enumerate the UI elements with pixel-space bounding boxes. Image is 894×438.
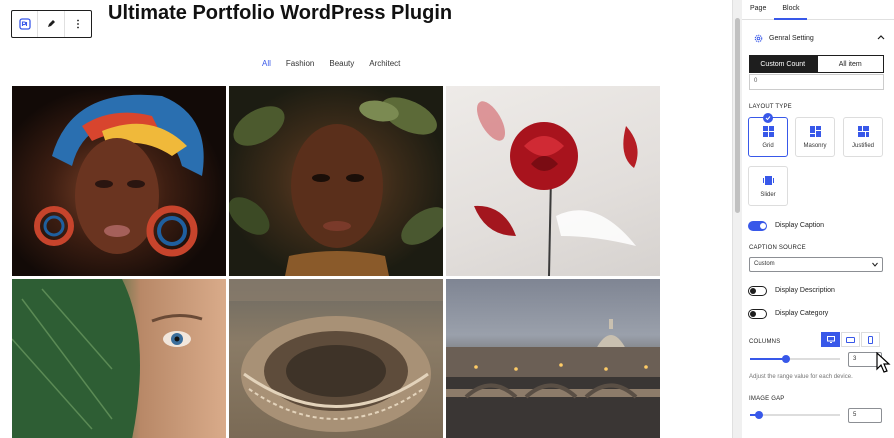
gallery-image-colosseum[interactable] — [229, 279, 443, 438]
portfolio-filter-bar: All Fashion Beauty Architect — [262, 59, 400, 68]
grid-icon — [762, 125, 774, 137]
filter-fashion[interactable]: Fashion — [286, 59, 314, 68]
sidebar-scrollbar[interactable] — [733, 0, 742, 438]
more-options-button[interactable] — [65, 11, 91, 37]
layout-label-grid: Grid — [762, 142, 774, 149]
gallery-image-rome-bridge[interactable] — [446, 279, 660, 438]
portfolio-block-icon — [19, 18, 31, 30]
columns-slider-handle[interactable] — [782, 355, 790, 363]
device-tablet-button[interactable] — [841, 332, 860, 347]
gallery-image-portrait-leaves[interactable] — [229, 86, 443, 276]
edit-button[interactable] — [38, 11, 65, 37]
layout-type-label: LAYOUT TYPE — [749, 104, 792, 110]
mobile-icon — [868, 335, 873, 344]
image-gap-number-input[interactable]: 5 — [848, 408, 882, 423]
caption-source-label: CAPTION SOURCE — [749, 245, 806, 251]
image-gap-label: IMAGE GAP — [749, 396, 785, 402]
gear-icon — [754, 34, 763, 42]
all-item-option[interactable]: All item — [816, 55, 884, 73]
chevron-up-icon — [877, 35, 885, 40]
mouse-pointer-icon — [876, 352, 891, 373]
layout-option-slider[interactable]: Slider — [748, 166, 788, 206]
layout-option-masonry[interactable]: Masonry — [795, 117, 835, 157]
columns-slider-fill — [750, 358, 786, 360]
display-description-label: Display Description — [775, 287, 835, 294]
layout-label-masonry: Masonry — [803, 142, 827, 149]
custom-count-option[interactable]: Custom Count — [749, 55, 817, 73]
caption-source-value: Custom — [754, 261, 775, 267]
filter-architect[interactable]: Architect — [369, 59, 400, 68]
kebab-menu-icon — [76, 19, 79, 29]
scrollbar-thumb[interactable] — [735, 18, 740, 213]
masonry-icon — [809, 125, 821, 137]
slider-layout-icon — [762, 175, 774, 185]
count-mode-toggle: Custom Count All item — [749, 55, 884, 73]
editor-canvas: Ultimate Portfolio WordPress Plugin All … — [0, 0, 732, 438]
image-gap-slider-track[interactable] — [750, 414, 840, 416]
image-gap-slider-handle[interactable] — [755, 411, 763, 419]
layout-label-slider: Slider — [760, 191, 776, 198]
gallery-image-face-leaf[interactable] — [12, 279, 226, 438]
desktop-icon — [826, 336, 835, 343]
pencil-icon — [48, 20, 56, 27]
editor-screen: Ultimate Portfolio WordPress Plugin All … — [0, 0, 894, 438]
tab-page[interactable]: Page — [742, 0, 774, 20]
display-category-label: Display Category — [775, 310, 829, 317]
tablet-icon — [846, 336, 855, 343]
filter-beauty[interactable]: Beauty — [329, 59, 354, 68]
caption-source-select[interactable]: Custom — [749, 257, 883, 272]
page-title[interactable]: Ultimate Portfolio WordPress Plugin — [108, 2, 452, 25]
chevron-down-icon — [872, 262, 878, 267]
custom-count-input[interactable]: 0 — [749, 74, 884, 90]
device-mobile-button[interactable] — [861, 332, 880, 347]
columns-label: COLUMNS — [749, 339, 781, 345]
layout-option-grid[interactable]: Grid — [748, 113, 788, 157]
filter-all[interactable]: All — [262, 59, 271, 68]
layout-option-justified[interactable]: Justified — [843, 117, 883, 157]
block-toolbar — [11, 10, 92, 38]
gallery-image-portrait-headwrap[interactable] — [12, 86, 226, 276]
display-caption-label: Display Caption — [775, 222, 825, 229]
display-category-toggle[interactable] — [748, 309, 767, 319]
device-desktop-button[interactable] — [821, 332, 840, 347]
selected-check-icon — [763, 113, 773, 123]
columns-help-text: Adjust the range value for each device. — [749, 374, 853, 380]
panel-title: Genral Setting — [769, 34, 814, 42]
tab-block[interactable]: Block — [774, 0, 808, 20]
layout-label-justified: Justified — [851, 142, 874, 149]
gallery-image-red-rose[interactable] — [446, 86, 660, 276]
display-description-toggle[interactable] — [748, 286, 767, 296]
display-caption-toggle[interactable] — [748, 221, 767, 231]
sidebar-tabs: Page Block — [742, 0, 894, 20]
block-type-button[interactable] — [12, 11, 39, 37]
general-settings-panel-toggle[interactable]: Genral Setting — [742, 28, 894, 48]
device-switcher — [821, 332, 880, 347]
portfolio-gallery-grid — [12, 86, 660, 438]
justified-icon — [857, 125, 869, 137]
